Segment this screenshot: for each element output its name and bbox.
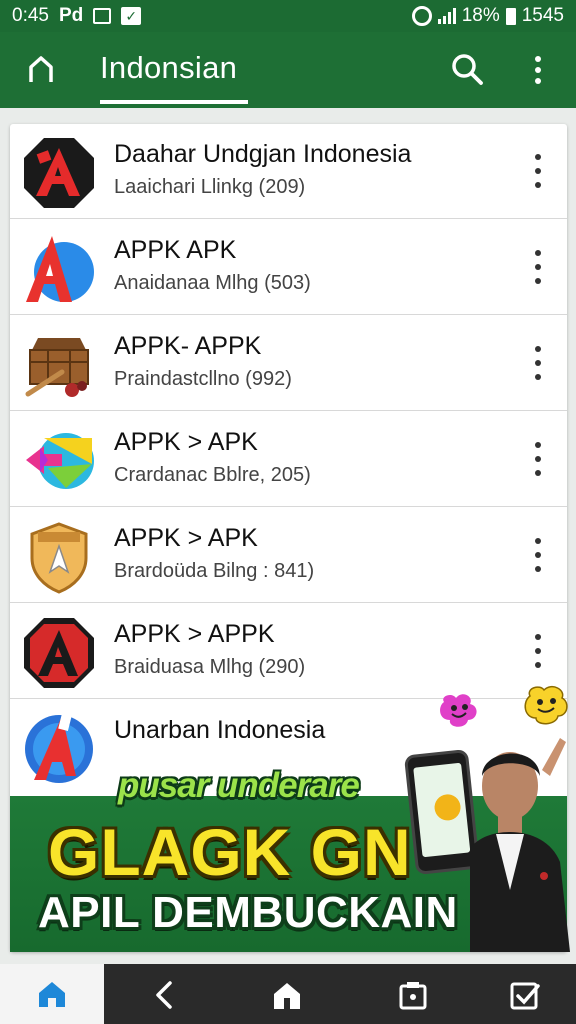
status-bar: 0:45 Pd ✓ 18% 1545 — [0, 0, 576, 32]
app-name: APPK > APK — [114, 524, 258, 552]
home-outline-icon[interactable] — [24, 52, 58, 86]
row-more-icon[interactable] — [528, 346, 548, 380]
search-icon[interactable] — [450, 52, 484, 86]
shield-rocket-icon — [30, 522, 88, 594]
app-name: APPK- APPK — [114, 332, 262, 360]
row-more-icon[interactable] — [528, 250, 548, 284]
promo-headline: GLAGK GN — [48, 815, 412, 889]
more-vert-icon[interactable] — [524, 54, 552, 86]
notification-app-icon — [93, 8, 112, 24]
bottom-navigation — [0, 964, 576, 1024]
home-tab[interactable] — [0, 964, 104, 1024]
check-notification-icon: ✓ — [121, 7, 142, 25]
wooden-chest-icon — [25, 338, 89, 397]
list-item[interactable]: APPK > APPK Braiduasa Mlhg (290) — [10, 604, 567, 699]
list-item[interactable]: APPK- APPK Praindastcllno (992) — [10, 316, 567, 411]
signal-icon — [437, 8, 456, 24]
list-item[interactable]: APPK APK Anaidanaa Mlhg (503) — [10, 220, 567, 315]
list-item[interactable]: APPK > APK Brardoüda Bilng : 841) — [10, 508, 567, 603]
yellow-smiley-sticker — [524, 686, 568, 725]
status-time: 0:45 — [12, 5, 49, 26]
app-subtitle: Anaidanaa Mlhg (503) — [114, 272, 311, 294]
app-name: APPK > APPK — [114, 620, 275, 648]
app-name: Daahar Undgjan Indonesia — [114, 140, 412, 168]
row-more-icon[interactable] — [528, 634, 548, 668]
red-a-octagon-icon — [24, 138, 94, 208]
app-subtitle: Brardoüda Bilng : 841) — [114, 560, 315, 582]
task-icon[interactable] — [508, 978, 542, 1012]
app-name: APPK > APK — [114, 428, 258, 456]
status-carrier: Pd — [58, 5, 84, 26]
home-icon — [39, 982, 65, 1007]
colorful-arrow-icon — [26, 433, 94, 489]
back-icon[interactable] — [148, 978, 182, 1012]
promo-tagline: pusar underare — [118, 766, 360, 805]
blue-a-circle-icon — [25, 713, 93, 783]
pink-smiley-sticker — [440, 694, 477, 727]
title-tab-indicator — [100, 100, 248, 104]
phone-illustration — [403, 748, 481, 876]
status-number: 1545 — [521, 5, 564, 26]
app-subtitle: Crardanac Bblre, 205) — [114, 464, 311, 486]
recents-icon[interactable] — [396, 978, 430, 1012]
app-bar: Indonsian — [0, 32, 576, 108]
app-subtitle: Praindastcllno (992) — [114, 368, 292, 390]
row-more-icon[interactable] — [528, 442, 548, 476]
battery-percent: 18% — [461, 5, 500, 26]
app-name: APPK APK — [114, 236, 237, 264]
page-title[interactable]: Indonsian — [100, 50, 237, 86]
alarm-icon — [411, 6, 432, 26]
row-more-icon[interactable] — [528, 538, 548, 572]
promo-subline: APIL DEMBUCKAIN — [38, 888, 458, 937]
person-illustration — [470, 738, 570, 952]
app-subtitle: Braiduasa Mlhg (290) — [114, 656, 306, 678]
house-icon[interactable] — [270, 978, 304, 1012]
list-item[interactable]: Daahar Undgjan Indonesia Laaichari Llink… — [10, 124, 567, 219]
app-name: Unarban Indonesia — [114, 716, 326, 744]
red-a-octagon-icon — [24, 618, 94, 688]
red-blue-a-logo-icon — [26, 236, 94, 302]
row-more-icon[interactable] — [528, 154, 548, 188]
battery-icon — [505, 7, 516, 25]
list-item[interactable]: APPK > APK Crardanac Bblre, 205) — [10, 412, 567, 507]
app-subtitle: Laaichari Llinkg (209) — [114, 176, 306, 198]
